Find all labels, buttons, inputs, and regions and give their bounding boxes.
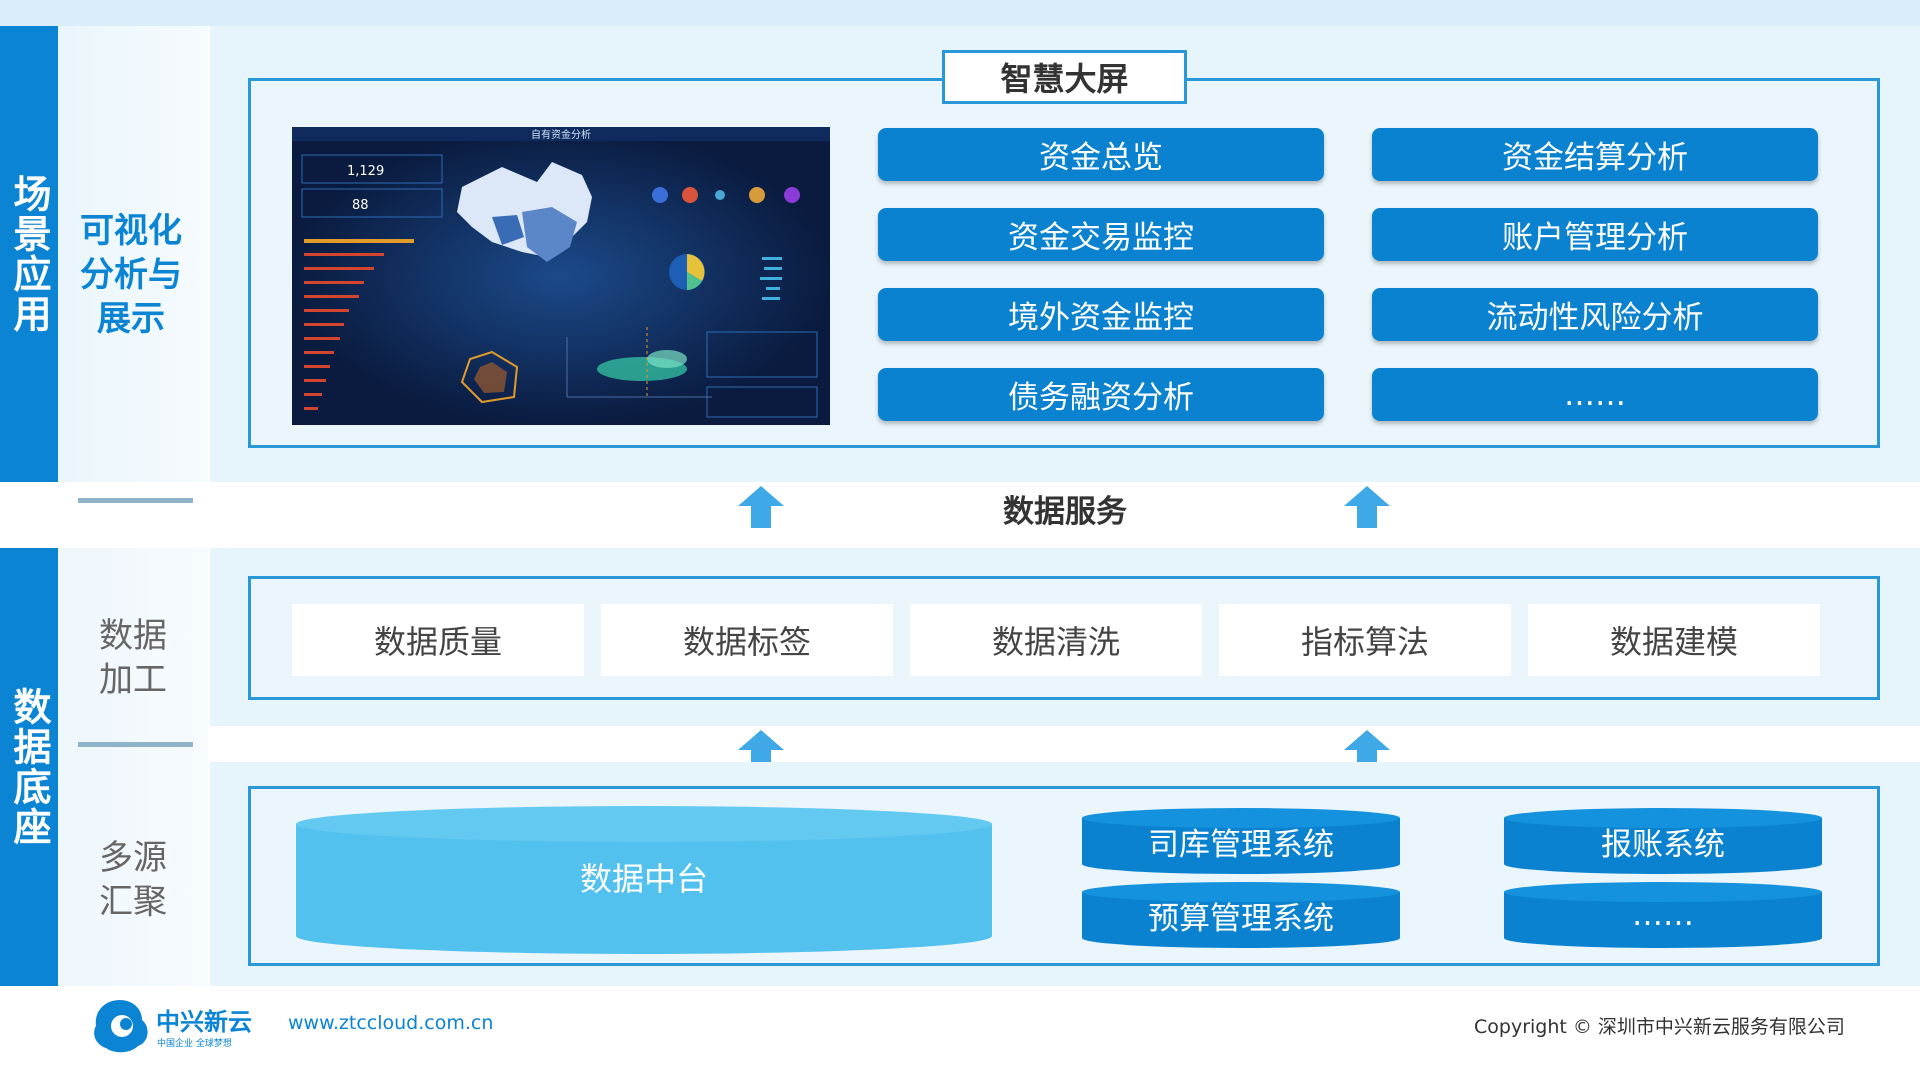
process-data-cleaning[interactable]: 数据清洗 xyxy=(910,604,1202,676)
process-sub-label: 数据加工 xyxy=(98,616,167,700)
process-indicator-algorithm[interactable]: 指标算法 xyxy=(1219,604,1511,676)
process-data-quality[interactable]: 数据质量 xyxy=(292,604,584,676)
source-sub-label: 多源汇聚 xyxy=(98,838,167,922)
system-expense-label: 报账系统 xyxy=(1601,826,1725,863)
item-fund-transaction-monitor[interactable]: 资金交易监控 xyxy=(878,208,1324,261)
website-link[interactable]: www.ztccloud.com.cn xyxy=(288,1012,493,1034)
dashboard-metric-2: 88 xyxy=(352,198,369,213)
item-fund-settlement-analysis[interactable]: 资金结算分析 xyxy=(1372,128,1818,181)
brand-slogan: 中国企业 全球梦想 xyxy=(157,1039,232,1049)
item-debt-financing-analysis[interactable]: 债务融资分析 xyxy=(878,368,1324,421)
dashboard-preview: 自有资金分析 1,129 88 xyxy=(292,127,830,425)
item-overseas-fund-monitor[interactable]: 境外资金监控 xyxy=(878,288,1324,341)
dashboard-metric-1: 1,129 xyxy=(347,164,384,179)
item-fund-overview[interactable]: 资金总览 xyxy=(878,128,1324,181)
item-more[interactable]: …… xyxy=(1372,368,1818,421)
divider-scene xyxy=(78,498,193,503)
process-data-modeling[interactable]: 数据建模 xyxy=(1528,604,1820,676)
divider-base xyxy=(78,742,193,747)
scene-section-label: 场景应用 xyxy=(0,26,58,482)
data-service-label: 数据服务 xyxy=(1003,493,1127,530)
brand-logo-icon xyxy=(94,1000,148,1053)
arrow-up-icon xyxy=(738,486,784,528)
dashboard-graphic: 自有资金分析 1,129 88 xyxy=(292,127,830,425)
system-treasury-label: 司库管理系统 xyxy=(1148,826,1334,863)
data-platform-label: 数据中台 xyxy=(579,860,708,898)
copyright-text: Copyright © 深圳市中兴新云服务有限公司 xyxy=(1474,1016,1845,1038)
brand-name: 中兴新云 xyxy=(156,1008,252,1036)
process-data-tagging[interactable]: 数据标签 xyxy=(601,604,893,676)
system-more-label: …… xyxy=(1632,897,1694,933)
base-section-label: 数据底座 xyxy=(0,548,58,986)
item-account-management-analysis[interactable]: 账户管理分析 xyxy=(1372,208,1818,261)
smart-screen-title: 智慧大屏 xyxy=(942,50,1187,104)
item-liquidity-risk-analysis[interactable]: 流动性风险分析 xyxy=(1372,288,1818,341)
scene-sub-label: 可视化分析与展示 xyxy=(79,211,182,339)
dashboard-title: 自有资金分析 xyxy=(531,128,591,141)
top-strip xyxy=(0,0,1920,26)
arrow-up-icon xyxy=(1344,486,1390,528)
system-budget-label: 预算管理系统 xyxy=(1148,900,1334,937)
